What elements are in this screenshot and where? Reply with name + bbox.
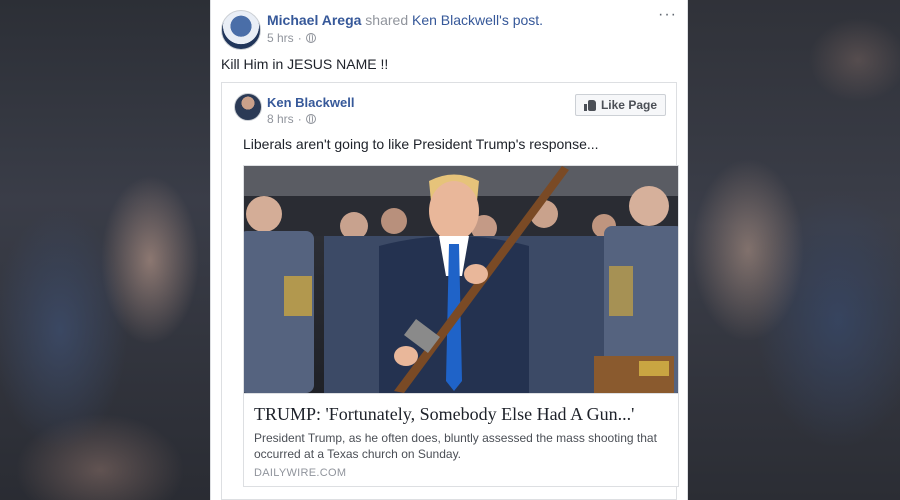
shared-post-text: Liberals aren't going to like President … [243, 136, 599, 152]
post-text: Kill Him in JESUS NAME !! [221, 56, 389, 72]
like-thumb-icon [583, 99, 596, 111]
link-preview-card[interactable]: TRUMP: 'Fortunately, Somebody Else Had A… [243, 165, 679, 487]
shared-post-time[interactable]: 8 hrs [267, 112, 294, 126]
post-meta: 5 hrs · [267, 31, 316, 45]
like-page-button[interactable]: Like Page [574, 94, 666, 116]
shared-author-name[interactable]: Ken Blackwell [267, 95, 354, 110]
share-action: shared [365, 12, 409, 28]
blurred-background-left [0, 0, 210, 500]
post-time[interactable]: 5 hrs [267, 31, 294, 45]
meta-separator: · [297, 112, 302, 126]
shared-author-avatar[interactable] [234, 93, 262, 121]
link-domain: DAILYWIRE.COM [254, 467, 347, 479]
globe-icon [305, 114, 316, 124]
shared-post-link[interactable]: Ken Blackwell's post. [412, 12, 543, 28]
link-title[interactable]: TRUMP: 'Fortunately, Somebody Else Had A… [254, 404, 634, 425]
like-page-label: Like Page [600, 98, 657, 112]
author-name[interactable]: Michael Arega [267, 12, 361, 28]
blurred-background-right [688, 0, 900, 500]
author-avatar[interactable] [221, 10, 261, 50]
shared-post-meta: 8 hrs · [267, 112, 316, 126]
shared-post: Ken Blackwell 8 hrs · Like Page Liberals… [221, 82, 679, 500]
link-preview-body: TRUMP: 'Fortunately, Somebody Else Had A… [244, 393, 678, 486]
globe-icon [305, 33, 316, 43]
post-header: Michael Arega shared Ken Blackwell's pos… [267, 12, 543, 28]
facebook-post: Michael Arega shared Ken Blackwell's pos… [210, 0, 688, 500]
photo-illustration [244, 166, 678, 393]
link-preview-image[interactable] [244, 166, 678, 393]
more-options-icon[interactable]: ··· [658, 6, 677, 24]
link-description: President Trump, as he often does, blunt… [254, 431, 657, 461]
meta-separator: · [297, 31, 302, 45]
